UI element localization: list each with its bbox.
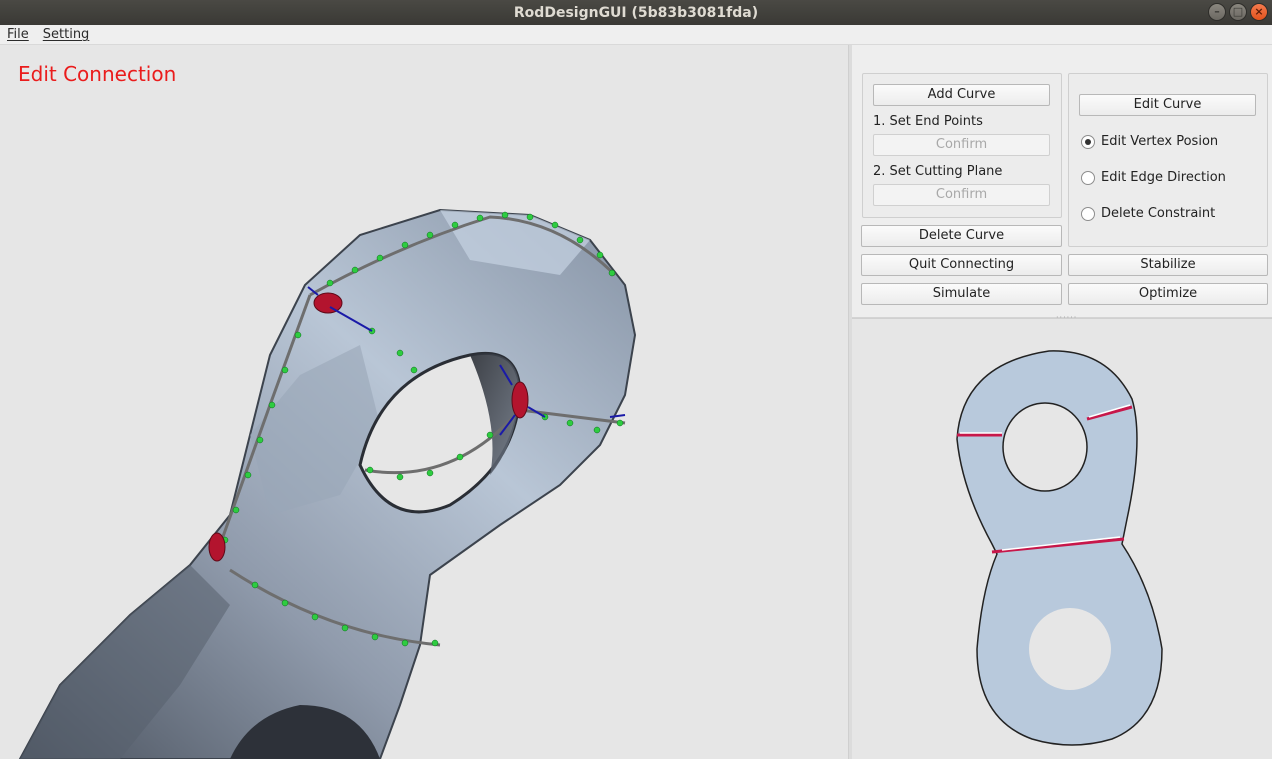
quit-connecting-button[interactable]: Quit Connecting bbox=[861, 254, 1062, 276]
menu-file[interactable]: File bbox=[7, 27, 29, 42]
simulate-button[interactable]: Simulate bbox=[861, 283, 1062, 305]
step2-label: 2. Set Cutting Plane bbox=[873, 164, 1003, 179]
radio-indicator bbox=[1081, 170, 1095, 185]
add-curve-group: Add Curve 1. Set End Points Confirm 2. S… bbox=[862, 73, 1062, 218]
minimize-icon[interactable]: – bbox=[1208, 3, 1226, 21]
2d-preview[interactable] bbox=[852, 318, 1272, 759]
radio-label: Edit Edge Direction bbox=[1101, 170, 1226, 185]
mesh-render[interactable] bbox=[0, 45, 848, 759]
radio-indicator bbox=[1081, 134, 1095, 149]
menu-setting[interactable]: Setting bbox=[43, 27, 90, 42]
radio-edit-vertex[interactable]: Edit Vertex Posion bbox=[1081, 134, 1218, 149]
add-curve-button[interactable]: Add Curve bbox=[873, 84, 1050, 106]
close-icon[interactable]: × bbox=[1250, 3, 1268, 21]
app-window: RodDesignGUI (5b83b3081fda) – □ × File S… bbox=[0, 0, 1272, 759]
radio-delete-constraint[interactable]: Delete Constraint bbox=[1081, 206, 1215, 221]
edit-curve-group: Edit Curve Edit Vertex Posion Edit Edge … bbox=[1068, 73, 1268, 247]
radio-edit-edge[interactable]: Edit Edge Direction bbox=[1081, 170, 1226, 185]
window-title: RodDesignGUI (5b83b3081fda) bbox=[513, 4, 759, 21]
mode-title: Edit Connection bbox=[18, 62, 177, 86]
flat-pattern bbox=[956, 350, 1163, 746]
optimize-button[interactable]: Optimize bbox=[1068, 283, 1268, 305]
confirm-end-points-button[interactable]: Confirm bbox=[873, 134, 1050, 156]
confirm-cutting-plane-button[interactable]: Confirm bbox=[873, 184, 1050, 206]
delete-curve-button[interactable]: Delete Curve bbox=[861, 225, 1062, 247]
menu-bar: File Setting bbox=[0, 25, 1272, 45]
edit-curve-button[interactable]: Edit Curve bbox=[1079, 94, 1256, 116]
radio-label: Edit Vertex Posion bbox=[1101, 134, 1219, 149]
step1-label: 1. Set End Points bbox=[873, 114, 983, 129]
stabilize-button[interactable]: Stabilize bbox=[1068, 254, 1268, 276]
radio-label: Delete Constraint bbox=[1101, 206, 1216, 221]
title-bar[interactable]: RodDesignGUI (5b83b3081fda) – □ × bbox=[0, 0, 1272, 25]
window-controls: – □ × bbox=[1208, 3, 1268, 21]
radio-indicator bbox=[1081, 206, 1095, 221]
control-panel: Add Curve 1. Set End Points Confirm 2. S… bbox=[852, 45, 1272, 317]
maximize-icon[interactable]: □ bbox=[1229, 3, 1247, 21]
3d-viewport[interactable]: Edit Connection bbox=[0, 45, 848, 759]
